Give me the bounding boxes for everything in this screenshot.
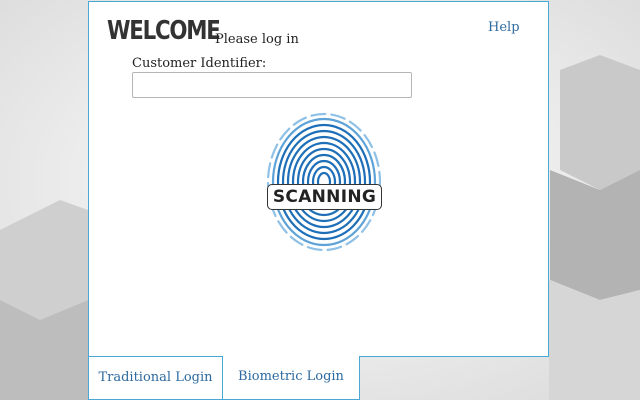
page-title: WELCOME — [107, 16, 221, 46]
page-subtitle: Please log in — [215, 32, 299, 47]
tab-biometric-login[interactable]: Biometric Login — [222, 356, 360, 400]
scanning-status-badge: SCANNING — [267, 184, 382, 210]
tab-traditional-login[interactable]: Traditional Login — [88, 356, 223, 400]
help-link[interactable]: Help — [488, 20, 520, 35]
fingerprint-icon — [266, 112, 382, 252]
customer-identifier-label: Customer Identifier: — [132, 56, 267, 71]
customer-identifier-input[interactable] — [132, 72, 412, 98]
